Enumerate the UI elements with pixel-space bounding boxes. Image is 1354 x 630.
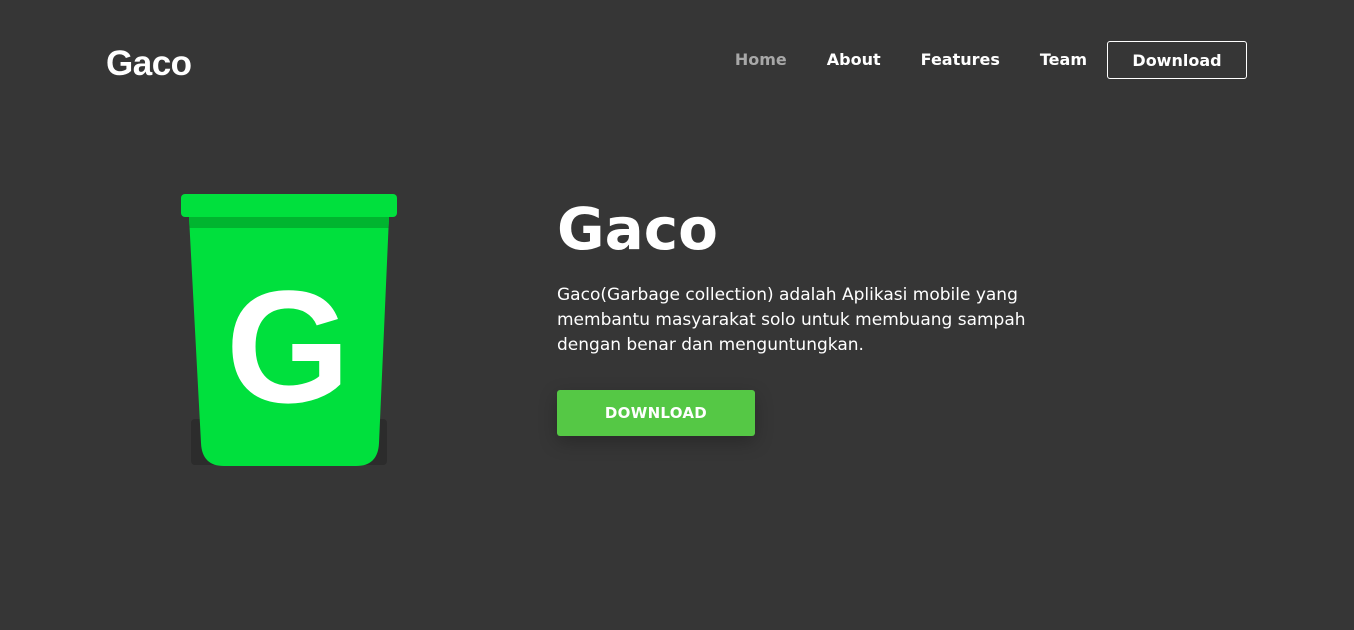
main-nav: Home About Features Team Download: [735, 41, 1247, 79]
nav-link-features[interactable]: Features: [921, 41, 1000, 79]
nav-link-about[interactable]: About: [827, 41, 881, 79]
header-download-button[interactable]: Download: [1107, 41, 1247, 79]
nav-link-team[interactable]: Team: [1040, 41, 1087, 79]
bin-rim-shadow: [189, 217, 389, 228]
hero-description: Gaco(Garbage collection) adalah Aplikasi…: [557, 285, 1026, 355]
hero-title: Gaco: [557, 195, 718, 263]
trash-bin-icon: G: [181, 194, 397, 466]
bin-letter: G: [226, 257, 350, 436]
hero-download-button[interactable]: DOWNLOAD: [557, 390, 755, 436]
site-logo[interactable]: Gaco: [106, 44, 192, 84]
page: Gaco Home About Features Team Download G…: [0, 0, 1354, 630]
bin-rim: [181, 194, 397, 217]
nav-link-home[interactable]: Home: [735, 41, 787, 79]
